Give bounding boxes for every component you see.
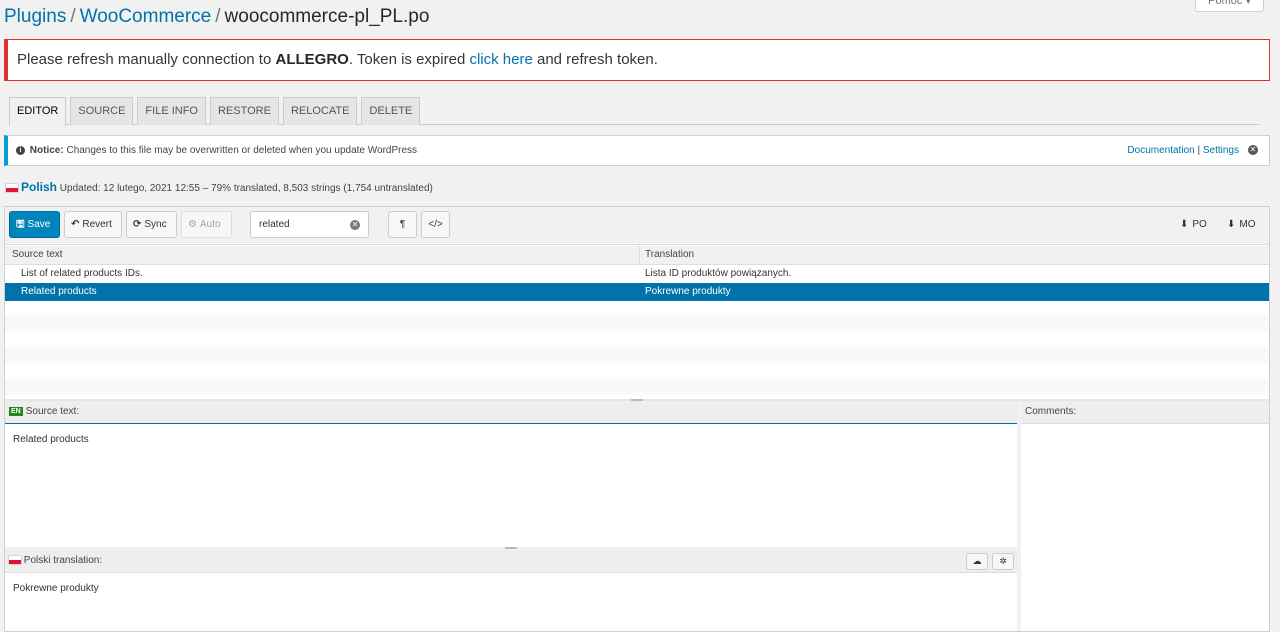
code-icon: </> bbox=[428, 219, 443, 230]
revert-button[interactable]: ↶ Revert bbox=[64, 211, 122, 238]
column-translation[interactable]: Translation bbox=[645, 246, 694, 264]
translation-pane-header: Polski translation: ☁ ✲ bbox=[5, 550, 1017, 573]
sync-button[interactable]: ⟳ Sync bbox=[126, 211, 177, 238]
po-editor: 🖫 Save ↶ Revert ⟳ Sync ⚙ Auto related ✕ ¶ </… bbox=[4, 206, 1270, 632]
bug-icon[interactable]: ✲ bbox=[992, 553, 1014, 570]
download-po-button[interactable]: ⬇ PO bbox=[1180, 219, 1207, 230]
table-row-selected[interactable]: Related products Pokrewne produkty bbox=[5, 283, 1269, 301]
source-pane-header: EN Source text: bbox=[5, 401, 1017, 424]
download-mo-button[interactable]: ⬇ MO bbox=[1227, 219, 1256, 230]
save-label: Save bbox=[27, 219, 51, 230]
revert-label: Revert bbox=[82, 219, 112, 230]
pilcrow-icon: ¶ bbox=[399, 219, 406, 230]
row-translation: Lista ID produktów powiązanych. bbox=[645, 268, 792, 279]
toggle-code-button[interactable]: </> bbox=[421, 211, 450, 238]
auto-translate-button[interactable]: ⚙ Auto bbox=[181, 211, 232, 238]
comments-pane-title: Comments: bbox=[1025, 406, 1077, 417]
empty-row bbox=[5, 315, 1269, 331]
translation-pane: Polski translation: ☁ ✲ Pokrewne produkt… bbox=[5, 550, 1017, 631]
source-pane: EN Source text: Related products bbox=[5, 401, 1017, 547]
save-button[interactable]: 🖫 Save bbox=[9, 211, 60, 238]
alert-refresh-link[interactable]: click here bbox=[469, 51, 532, 68]
search-input[interactable]: related ✕ bbox=[250, 211, 369, 238]
download-icon: ⬇ bbox=[1180, 219, 1189, 230]
tab-editor[interactable]: EDITOR bbox=[9, 97, 67, 126]
source-pane-title: Source text: bbox=[25, 406, 80, 417]
error-alert: Please refresh manually connection to AL… bbox=[4, 39, 1270, 81]
tab-source[interactable]: SOURCE bbox=[70, 97, 134, 125]
robot-icon: ⚙ bbox=[188, 219, 197, 230]
language-name[interactable]: Polish bbox=[21, 180, 57, 194]
help-button[interactable]: Pomoc ▾ bbox=[1195, 0, 1264, 12]
refresh-icon: ⟳ bbox=[133, 219, 142, 230]
language-status: Polish Updated: 12 lutego, 2021 12:55 – … bbox=[6, 180, 433, 196]
close-icon[interactable]: ✕ bbox=[1248, 145, 1258, 155]
cloud-icon[interactable]: ☁ bbox=[966, 553, 988, 570]
search-value: related bbox=[259, 219, 290, 230]
auto-label: Auto bbox=[199, 219, 221, 230]
download-icon: ⬇ bbox=[1227, 219, 1236, 230]
poland-flag-icon bbox=[9, 556, 21, 565]
download-mo-label: MO bbox=[1239, 219, 1256, 230]
alert-text-before: Please refresh manually connection to bbox=[17, 51, 276, 68]
empty-row bbox=[5, 347, 1269, 363]
tab-file-info[interactable]: FILE INFO bbox=[137, 97, 206, 125]
source-text: Related products bbox=[13, 434, 89, 445]
tab-restore[interactable]: RESTORE bbox=[209, 97, 279, 125]
translation-text[interactable]: Pokrewne produkty bbox=[13, 583, 99, 594]
info-icon: i bbox=[16, 145, 25, 155]
breadcrumb-woocommerce[interactable]: WooCommerce bbox=[80, 6, 212, 27]
editor-tabs: EDITOR SOURCE FILE INFO RESTORE RELOCATE… bbox=[9, 97, 1259, 126]
alert-text-after: and refresh token. bbox=[532, 51, 658, 68]
table-row[interactable]: List of related products IDs. Lista ID p… bbox=[5, 265, 1269, 283]
tab-relocate[interactable]: RELOCATE bbox=[282, 97, 358, 125]
row-source: Related products bbox=[21, 286, 97, 297]
row-translation: Pokrewne produkty bbox=[645, 286, 731, 297]
en-flag-icon: EN bbox=[9, 406, 23, 416]
notice-links: Documentation | Settings bbox=[1127, 145, 1239, 156]
comments-pane-header: Comments: bbox=[1021, 401, 1269, 424]
tab-delete[interactable]: DELETE bbox=[361, 97, 421, 125]
translation-pane-title: Polski translation: bbox=[23, 555, 103, 566]
splitter-grip-icon bbox=[505, 547, 517, 549]
empty-row bbox=[5, 379, 1269, 395]
documentation-link[interactable]: Documentation bbox=[1127, 145, 1194, 156]
poland-flag-icon bbox=[6, 184, 18, 193]
undo-icon: ↶ bbox=[71, 219, 80, 230]
notice-label: Notice: bbox=[29, 145, 64, 156]
breadcrumb-file: woocommerce-pl_PL.po bbox=[224, 6, 430, 27]
alert-strong: ALLEGRO bbox=[275, 51, 349, 68]
toggle-invisibles-button[interactable]: ¶ bbox=[388, 211, 417, 238]
clear-search-icon[interactable]: ✕ bbox=[350, 220, 360, 230]
sync-label: Sync bbox=[144, 219, 167, 230]
settings-link[interactable]: Settings bbox=[1203, 145, 1239, 156]
floppy-icon: 🖫 bbox=[16, 219, 25, 230]
breadcrumb-plugins[interactable]: Plugins bbox=[4, 6, 66, 27]
update-notice: i Notice: Changes to this file may be ov… bbox=[4, 135, 1270, 166]
column-source-text[interactable]: Source text bbox=[12, 246, 63, 264]
breadcrumb: Plugins / WooCommerce / woocommerce-pl_PL.po bbox=[4, 6, 430, 27]
alert-text-mid: . Token is expired bbox=[348, 51, 470, 68]
notice-text: Changes to this file may be overwritten … bbox=[63, 145, 418, 156]
list-header: Source text Translation bbox=[5, 246, 1269, 265]
language-info: Updated: 12 lutego, 2021 12:55 – 79% tra… bbox=[59, 183, 433, 194]
download-po-label: PO bbox=[1192, 219, 1207, 230]
comments-pane: Comments: bbox=[1021, 401, 1269, 631]
row-source: List of related products IDs. bbox=[21, 268, 143, 279]
editor-toolbar: 🖫 Save ↶ Revert ⟳ Sync ⚙ Auto related ✕ ¶ </… bbox=[5, 207, 1269, 245]
